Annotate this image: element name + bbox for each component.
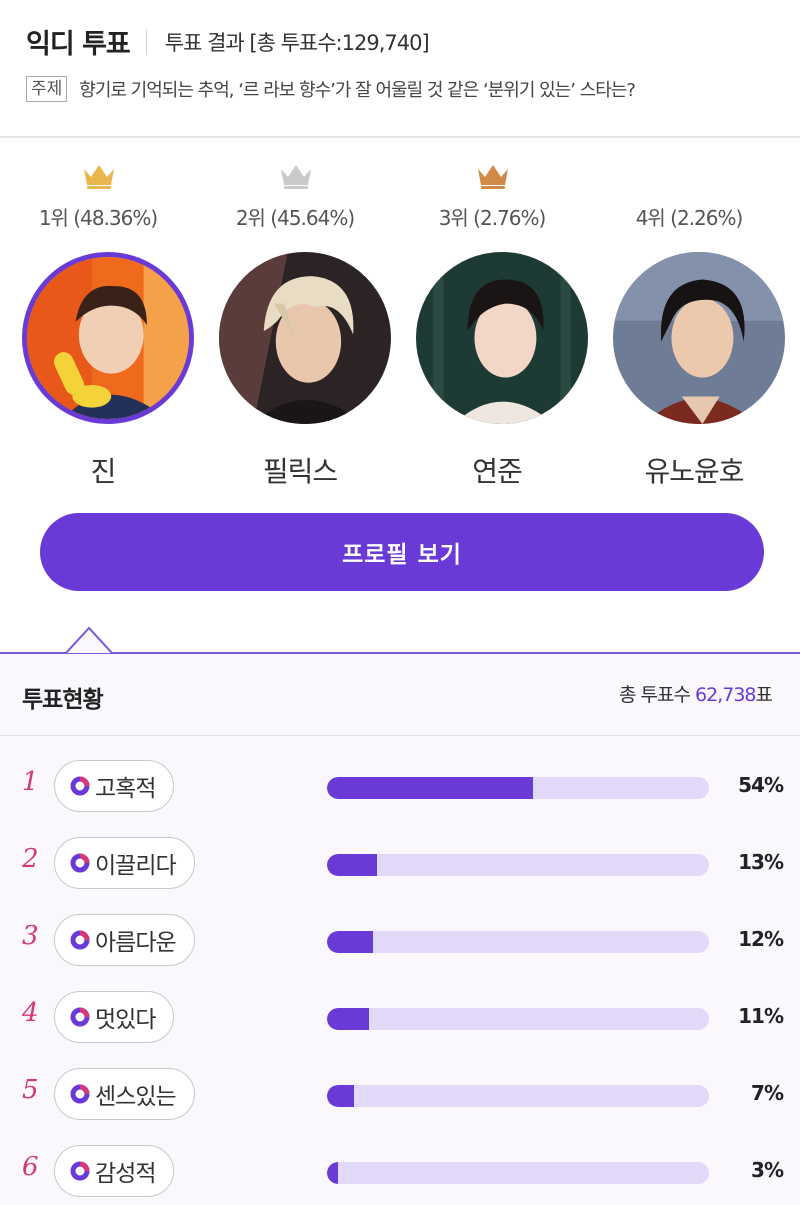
vote-row: 4 멋있다 11% — [0, 989, 800, 1049]
total-votes: 총 투표수 62,738표 — [619, 680, 774, 707]
row-number: 4 — [22, 998, 39, 1028]
rank-percentage: 2위 (45.64%) — [235, 206, 355, 230]
ring-icon — [70, 930, 90, 950]
avatar[interactable] — [219, 252, 391, 424]
candidate-photo — [219, 252, 391, 424]
vote-percentage: 13% — [738, 850, 784, 874]
topic-question: 향기로 기억되는 추억, ‘르 라보 향수’가 잘 어울릴 것 같은 ‘분위기 … — [79, 80, 636, 101]
candidate-name: 필릭스 — [262, 455, 338, 488]
total-votes-value: 62,738 — [695, 684, 756, 706]
total-votes-label: 총 투표수 — [619, 684, 691, 706]
keyword-label: 아름다운 — [95, 930, 177, 956]
progress-bar — [327, 1162, 709, 1184]
candidate-name: 유노윤호 — [644, 455, 744, 488]
row-number: 5 — [22, 1075, 39, 1105]
vote-percentage: 54% — [738, 773, 784, 797]
avatar[interactable] — [416, 252, 588, 424]
rank-percentage: 3위 (2.76%) — [438, 206, 547, 230]
rank-card-4[interactable]: 4위 (2.26%) 유노윤호 — [591, 150, 787, 500]
keyword-label: 이끌리다 — [95, 853, 177, 879]
candidate-photo — [416, 252, 588, 424]
vote-percentage: 7% — [751, 1081, 784, 1105]
title-divider — [145, 28, 147, 55]
rank-percentage: 1위 (48.36%) — [38, 206, 158, 230]
row-number: 3 — [22, 921, 39, 951]
progress-bar — [327, 1085, 709, 1107]
ring-icon — [70, 853, 90, 873]
vote-row: 2 이끌리다 13% — [0, 835, 800, 895]
candidate-photo — [27, 257, 189, 419]
vote-percentage: 12% — [738, 927, 784, 951]
vote-result-summary: 투표 결과 [총 투표수:129,740] — [164, 30, 430, 55]
vote-row: 1 고혹적 54% — [0, 758, 800, 818]
total-votes-unit: 표 — [755, 684, 774, 706]
bronze-crown-icon — [478, 165, 508, 189]
ring-icon — [70, 1007, 90, 1027]
progress-fill — [327, 931, 373, 953]
keyword-label: 고혹적 — [95, 776, 156, 802]
ring-icon — [70, 1084, 90, 1104]
keyword-chip[interactable]: 이끌리다 — [54, 837, 195, 889]
rank-card-1[interactable]: 1위 (48.36%) 진 — [0, 150, 196, 500]
vote-percentage: 3% — [751, 1158, 784, 1182]
avatar[interactable] — [613, 252, 785, 424]
keyword-chip[interactable]: 멋있다 — [54, 991, 175, 1043]
vote-row: 3 아름다운 12% — [0, 912, 800, 972]
progress-fill — [327, 1162, 339, 1184]
topic-badge: 주제 — [26, 76, 68, 102]
ring-icon — [70, 1161, 90, 1181]
candidate-name: 연준 — [472, 455, 523, 488]
keyword-label: 멋있다 — [95, 1007, 156, 1033]
brand-title[interactable]: 익디 투표 — [26, 22, 131, 61]
progress-fill — [327, 854, 377, 876]
gold-crown-icon — [84, 165, 114, 189]
row-number: 2 — [22, 844, 39, 874]
rank-percentage: 4위 (2.26%) — [635, 206, 744, 230]
view-profile-button[interactable]: 프로필 보기 — [40, 513, 764, 591]
progress-fill — [327, 1085, 354, 1107]
ring-icon — [70, 776, 90, 796]
vote-status-header: 투표현황 총 투표수 62,738표 — [0, 654, 800, 736]
rank-card-2[interactable]: 2위 (45.64%) 필릭스 — [197, 150, 393, 500]
progress-bar — [327, 931, 709, 953]
progress-bar — [327, 854, 709, 876]
page-header: 익디 투표 투표 결과 [총 투표수:129,740] 주제 향기로 기억되는 … — [0, 0, 800, 138]
candidate-name: 진 — [90, 455, 117, 488]
keyword-chip[interactable]: 아름다운 — [54, 914, 195, 966]
avatar[interactable] — [22, 252, 194, 424]
vote-status-title: 투표현황 — [22, 687, 104, 713]
pointer-notch — [66, 626, 112, 654]
rank-card-3[interactable]: 3위 (2.76%) 연준 — [394, 150, 590, 500]
keyword-chip[interactable]: 감성적 — [54, 1145, 175, 1197]
row-number: 6 — [22, 1152, 39, 1182]
title-row: 익디 투표 투표 결과 [총 투표수:129,740] — [26, 22, 430, 61]
row-number: 1 — [22, 767, 39, 797]
keyword-label: 감성적 — [95, 1161, 156, 1187]
vote-row: 5 센스있는 7% — [0, 1066, 800, 1126]
vote-status-panel: 투표현황 총 투표수 62,738표 1 고혹적 54% 2 이끌리다 13% — [0, 652, 800, 1205]
vote-row: 6 감성적 3% — [0, 1143, 800, 1203]
progress-bar — [327, 777, 709, 799]
progress-fill — [327, 777, 534, 799]
silver-crown-icon — [281, 165, 311, 189]
progress-bar — [327, 1008, 709, 1030]
vote-percentage: 11% — [738, 1004, 784, 1028]
keyword-label: 센스있는 — [95, 1084, 177, 1110]
candidate-photo — [613, 252, 785, 424]
keyword-chip[interactable]: 센스있는 — [54, 1068, 195, 1120]
progress-fill — [327, 1008, 370, 1030]
topic-row: 주제 향기로 기억되는 추억, ‘르 라보 향수’가 잘 어울릴 것 같은 ‘분… — [26, 76, 636, 102]
ranking-podium: 1위 (48.36%) 진 2위 (45.64%) 필릭스 3위 (2.76%)… — [0, 150, 800, 500]
keyword-chip[interactable]: 고혹적 — [54, 760, 175, 812]
